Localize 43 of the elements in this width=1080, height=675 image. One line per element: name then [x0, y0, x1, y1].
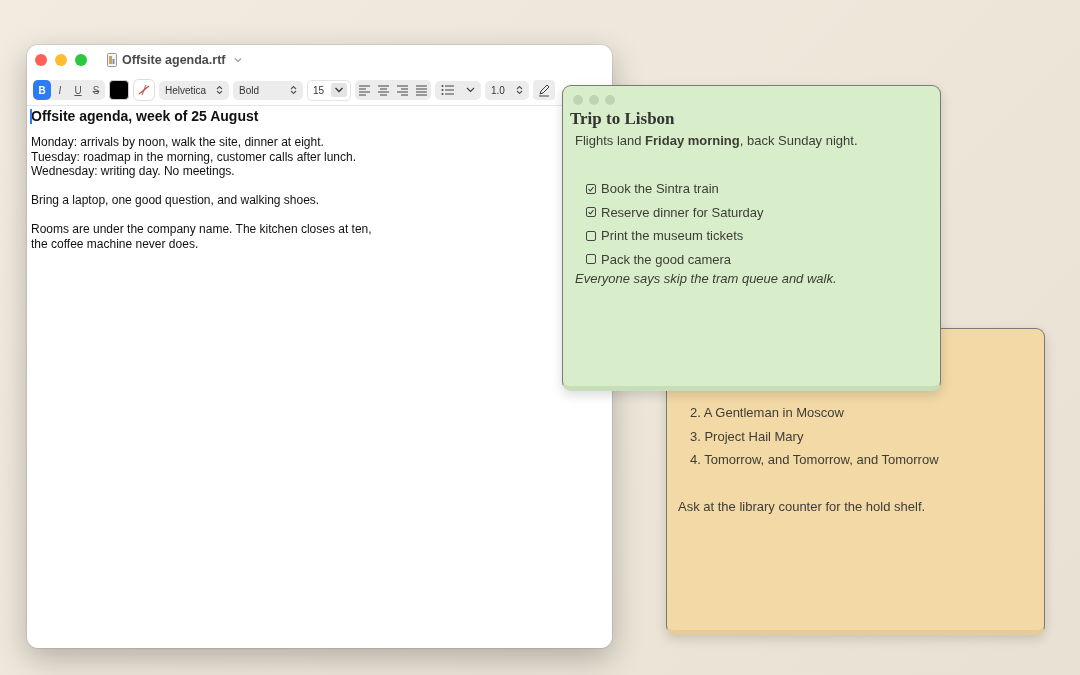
spacing-popup[interactable]: 1.0	[485, 80, 529, 100]
note-title: Trip to Lisbon	[569, 108, 676, 129]
checkbox[interactable]	[586, 207, 596, 218]
typeface-popup[interactable]: Bold	[233, 80, 303, 100]
checklist-item: Book the Sintra train	[601, 181, 719, 197]
stepper-arrows-icon	[216, 85, 223, 95]
document-heading: Offsite agenda, week of 25 August	[31, 108, 259, 125]
list-item: 3. Project Hail Mary	[690, 427, 805, 446]
stepper-arrows-icon	[516, 85, 523, 95]
checklist-item: Reserve dinner for Saturday	[601, 204, 764, 220]
document-icon	[107, 53, 117, 67]
window-title: Offsite agenda.rtf	[122, 53, 226, 67]
list-icon[interactable]	[441, 84, 455, 96]
chevron-down-icon[interactable]	[466, 87, 475, 93]
list-item: 4. Tomorrow, and Tomorrow, and Tomorrow	[690, 451, 940, 469]
color-well[interactable]	[109, 80, 129, 100]
document-line: Monday: arrivals by noon, walk the site, dinner at eight.	[31, 135, 324, 150]
text-style-button[interactable]: U	[69, 80, 87, 100]
zoom-button[interactable]	[75, 54, 87, 66]
chevron-down-icon[interactable]	[331, 83, 347, 97]
checkbox[interactable]	[586, 183, 596, 194]
document-line: Tuesday: roadmap in the morning, customer calls after lunch.	[31, 149, 357, 164]
checkbox[interactable]	[586, 254, 596, 265]
document-line: Rooms are under the company name. The kitchen closes at ten,	[31, 222, 372, 237]
font-popup[interactable]: Helvetica	[159, 80, 229, 100]
note-text: Everyone says skip the tram queue and walk.	[574, 271, 838, 286]
checkbox[interactable]	[586, 230, 596, 241]
document-line: Wednesday: writing day. No meetings.	[31, 164, 235, 179]
checklist-item: Print the museum tickets	[601, 228, 744, 244]
note-text: Flights land Friday morning, back Sunday night.	[574, 132, 859, 148]
document-line: the coffee machine never does.	[31, 236, 199, 251]
checklist-item: Pack the good camera	[601, 251, 732, 267]
note-text: Ask at the library counter for the hold shelf.	[678, 498, 927, 514]
list-item: 2. A Gentleman in Moscow	[690, 404, 845, 422]
stepper-arrows-icon	[290, 85, 297, 95]
font-size-field[interactable]: 15	[313, 84, 327, 96]
text-style-button[interactable]: I	[51, 80, 69, 100]
document-line: Bring a laptop, one good question, and walking shoes.	[31, 193, 320, 208]
pen-icon[interactable]	[533, 80, 555, 100]
minimize-button[interactable]	[55, 54, 67, 66]
text-style-button[interactable]: S	[87, 80, 105, 100]
close-button[interactable]	[35, 54, 47, 66]
text-style-button[interactable]: B	[33, 80, 51, 100]
